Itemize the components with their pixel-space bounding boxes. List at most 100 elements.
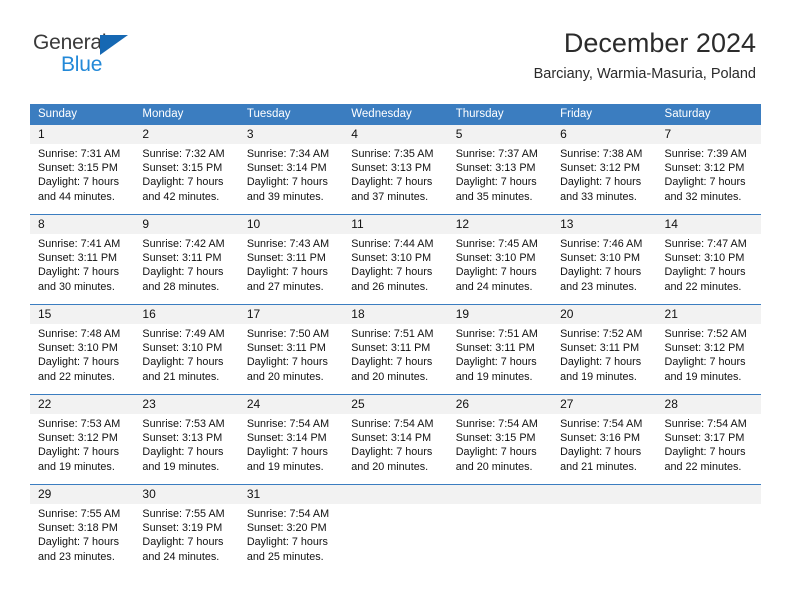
day-number[interactable]: 3 (239, 125, 343, 144)
day-sunset-text: Sunset: 3:16 PM (560, 432, 640, 445)
day-number[interactable]: 10 (239, 215, 343, 234)
day-sunrise-text: Sunrise: 7:54 AM (455, 418, 538, 430)
day-number[interactable]: 8 (30, 215, 134, 234)
day-cell[interactable]: Sunrise: 7:54 AM Sunset: 3:14 PM Daylight:… (343, 417, 447, 478)
day-daylight1-text: Daylight: 7 hours (38, 266, 120, 279)
day-cell[interactable]: Sunrise: 7:54 AM Sunset: 3:14 PM Daylight:… (239, 417, 343, 478)
day-sunrise-text: Sunrise: 7:54 AM (246, 418, 330, 430)
day-number[interactable]: 16 (134, 305, 238, 324)
day-cell[interactable]: Sunrise: 7:53 AM Sunset: 3:13 PM Daylight:… (134, 417, 238, 478)
day-cell[interactable]: Sunrise: 7:47 AM Sunset: 3:10 PM Daylight:… (657, 237, 761, 298)
day-number[interactable]: 28 (657, 395, 761, 414)
day-daylight1-text: Daylight: 7 hours (38, 356, 120, 369)
day-cell[interactable]: Sunrise: 7:54 AM Sunset: 3:16 PM Daylight:… (552, 417, 656, 478)
day-cell[interactable]: Sunrise: 7:52 AM Sunset: 3:11 PM Daylight:… (552, 327, 656, 388)
day-daylight2-text: and 21 minutes. (560, 460, 637, 473)
day-number[interactable]: 7 (657, 125, 761, 144)
day-cell[interactable]: Sunrise: 7:46 AM Sunset: 3:10 PM Daylight:… (552, 237, 656, 298)
day-daylight1-text: Daylight: 7 hours (142, 446, 224, 459)
day-sunrise-text: Sunrise: 7:54 AM (664, 418, 747, 430)
day-cell[interactable]: Sunrise: 7:43 AM Sunset: 3:11 PM Daylight:… (239, 237, 343, 298)
day-number[interactable]: 6 (552, 125, 656, 144)
day-cell[interactable]: Sunrise: 7:42 AM Sunset: 3:11 PM Daylight:… (134, 237, 238, 298)
day-number[interactable]: 4 (343, 125, 447, 144)
day-number[interactable]: 23 (134, 395, 238, 414)
day-number[interactable]: 14 (657, 215, 761, 234)
day-cell[interactable]: Sunrise: 7:55 AM Sunset: 3:18 PM Daylight:… (30, 507, 134, 568)
day-cell[interactable]: Sunrise: 7:37 AM Sunset: 3:13 PM Daylight:… (448, 147, 552, 208)
day-number[interactable]: 11 (343, 215, 447, 234)
day-number[interactable]: 31 (239, 485, 343, 504)
day-cell[interactable]: Sunrise: 7:45 AM Sunset: 3:10 PM Daylight:… (448, 237, 552, 298)
day-number[interactable]: 5 (448, 125, 552, 144)
day-daylight2-text: and 32 minutes. (664, 190, 742, 203)
day-cell[interactable]: Sunrise: 7:54 AM Sunset: 3:20 PM Daylight:… (239, 507, 343, 568)
day-number[interactable]: 18 (343, 305, 447, 324)
day-daylight2-text: and 20 minutes. (351, 460, 429, 473)
brand-logo[interactable]: General Blue (33, 32, 153, 76)
day-cell[interactable]: Sunrise: 7:32 AM Sunset: 3:15 PM Daylight:… (134, 147, 238, 208)
day-number[interactable]: 21 (657, 305, 761, 324)
day-daylight2-text: and 26 minutes. (351, 280, 429, 293)
day-cell[interactable]: Sunrise: 7:53 AM Sunset: 3:12 PM Daylight:… (30, 417, 134, 478)
day-sunset-text: Sunset: 3:11 PM (246, 252, 326, 265)
day-sunset-text: Sunset: 3:14 PM (246, 162, 327, 175)
day-cell[interactable]: Sunrise: 7:48 AM Sunset: 3:10 PM Daylight:… (30, 327, 134, 388)
day-daylight2-text: and 19 minutes. (38, 460, 115, 473)
day-number[interactable]: 17 (239, 305, 343, 324)
day-cell[interactable]: Sunrise: 7:44 AM Sunset: 3:10 PM Daylight:… (343, 237, 447, 298)
day-number[interactable]: 9 (134, 215, 238, 234)
day-number[interactable]: 1 (30, 125, 134, 144)
day-daylight2-text: and 23 minutes. (38, 550, 115, 563)
day-daylight1-text: Daylight: 7 hours (246, 266, 328, 279)
day-cell[interactable]: Sunrise: 7:34 AM Sunset: 3:14 PM Daylight:… (239, 147, 343, 208)
day-detail-band: Sunrise: 7:41 AM Sunset: 3:11 PM Daylight:… (30, 234, 761, 298)
day-cell[interactable]: Sunrise: 7:50 AM Sunset: 3:11 PM Daylight:… (239, 327, 343, 388)
day-sunset-text: Sunset: 3:15 PM (455, 432, 536, 445)
day-number[interactable]: 19 (448, 305, 552, 324)
day-daylight2-text: and 23 minutes. (560, 280, 637, 293)
day-sunset-text: Sunset: 3:11 PM (246, 342, 326, 355)
day-cell[interactable]: Sunrise: 7:52 AM Sunset: 3:12 PM Daylight:… (657, 327, 761, 388)
day-daylight1-text: Daylight: 7 hours (664, 266, 746, 279)
day-cell[interactable]: Sunrise: 7:55 AM Sunset: 3:19 PM Daylight:… (134, 507, 238, 568)
day-daylight1-text: Daylight: 7 hours (351, 176, 433, 189)
day-cell[interactable]: Sunrise: 7:51 AM Sunset: 3:11 PM Daylight:… (448, 327, 552, 388)
day-number[interactable]: 29 (30, 485, 134, 504)
day-sunset-text: Sunset: 3:10 PM (351, 252, 432, 265)
day-sunrise-text: Sunrise: 7:51 AM (351, 328, 434, 340)
day-number-band: 22 23 24 25 26 27 28 (30, 395, 761, 414)
day-daylight2-text: and 21 minutes. (142, 370, 220, 383)
weekday-header-sunday: Sunday (38, 108, 78, 120)
day-sunset-text: Sunset: 3:12 PM (38, 432, 118, 445)
day-number[interactable]: 20 (552, 305, 656, 324)
day-sunrise-text: Sunrise: 7:53 AM (142, 418, 225, 430)
day-number[interactable]: 2 (134, 125, 238, 144)
day-number[interactable]: 25 (343, 395, 447, 414)
day-cell[interactable]: Sunrise: 7:35 AM Sunset: 3:13 PM Daylight:… (343, 147, 447, 208)
day-cell[interactable]: Sunrise: 7:39 AM Sunset: 3:12 PM Daylight:… (657, 147, 761, 208)
day-sunset-text: Sunset: 3:17 PM (664, 432, 745, 445)
day-daylight2-text: and 19 minutes. (664, 370, 742, 383)
day-daylight2-text: and 19 minutes. (142, 460, 220, 473)
day-daylight1-text: Daylight: 7 hours (455, 266, 537, 279)
day-daylight1-text: Daylight: 7 hours (560, 356, 642, 369)
day-cell[interactable]: Sunrise: 7:31 AM Sunset: 3:15 PM Daylight:… (30, 147, 134, 208)
day-daylight1-text: Daylight: 7 hours (38, 446, 120, 459)
day-cell[interactable]: Sunrise: 7:51 AM Sunset: 3:11 PM Daylight:… (343, 327, 447, 388)
day-number[interactable]: 27 (552, 395, 656, 414)
day-cell[interactable]: Sunrise: 7:49 AM Sunset: 3:10 PM Daylight:… (134, 327, 238, 388)
day-cell[interactable]: Sunrise: 7:41 AM Sunset: 3:11 PM Daylight:… (30, 237, 134, 298)
day-number[interactable]: 13 (552, 215, 656, 234)
day-number[interactable]: 24 (239, 395, 343, 414)
day-cell[interactable]: Sunrise: 7:54 AM Sunset: 3:15 PM Daylight:… (448, 417, 552, 478)
day-number[interactable]: 12 (448, 215, 552, 234)
day-number[interactable]: 15 (30, 305, 134, 324)
day-number-empty (343, 485, 447, 504)
day-number[interactable]: 22 (30, 395, 134, 414)
day-cell[interactable]: Sunrise: 7:54 AM Sunset: 3:17 PM Daylight:… (657, 417, 761, 478)
day-daylight1-text: Daylight: 7 hours (664, 356, 746, 369)
day-number[interactable]: 26 (448, 395, 552, 414)
day-number[interactable]: 30 (134, 485, 238, 504)
day-cell[interactable]: Sunrise: 7:38 AM Sunset: 3:12 PM Daylight:… (552, 147, 656, 208)
